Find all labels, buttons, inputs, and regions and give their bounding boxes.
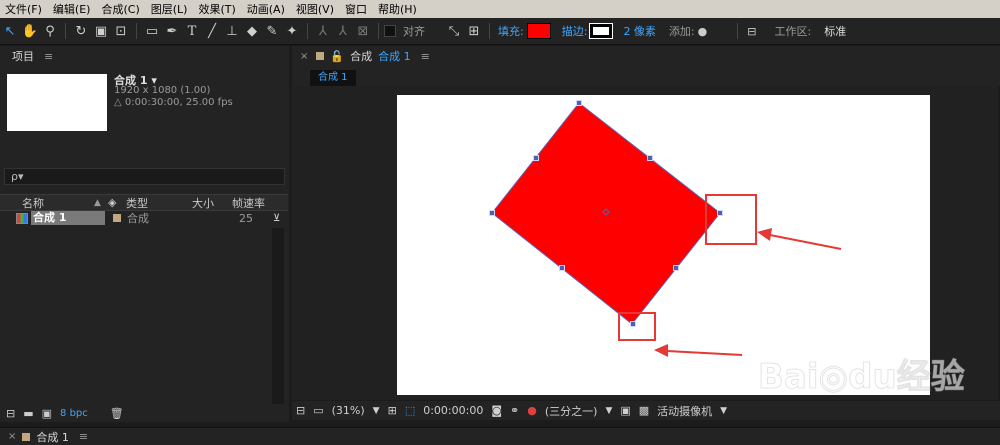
edge-handle-bottom-left[interactable] — [559, 265, 565, 271]
snapshot-icon[interactable]: ◙ — [491, 404, 502, 417]
show-snapshot-icon[interactable]: ⚭ — [510, 404, 519, 417]
transparency-grid-icon[interactable]: ▩ — [639, 404, 649, 417]
panel-menu-icon[interactable]: ≡ — [79, 430, 88, 443]
camera-value[interactable]: 活动摄像机 — [657, 403, 712, 419]
vertex-handle-left[interactable] — [489, 210, 495, 216]
close-icon[interactable]: × — [8, 431, 16, 442]
shape-overlay: Bai◎du经验 jingyan.baidu.com — [491, 102, 965, 417]
monitor-icon[interactable]: ▭ — [313, 404, 323, 417]
edge-handle-top-left[interactable] — [533, 155, 539, 161]
timeline-tab-name: 合成 1 — [36, 430, 69, 444]
viewer-toolbar: ⊟ ▭ (31%) ▼ ⊞ ⬚ 0:00:00:00 ◙ ⚭ ● (三分之一) … — [292, 401, 1000, 420]
red-rectangle-shape[interactable] — [491, 102, 721, 325]
timecode[interactable]: 0:00:00:00 — [423, 404, 483, 417]
always-preview-icon[interactable]: ⊟ — [296, 404, 305, 417]
color-channel-icon[interactable]: ● — [527, 404, 537, 417]
timeline-panel-tab[interactable]: × 合成 1 ≡ — [0, 427, 1000, 445]
edge-handle-bottom-right[interactable] — [673, 265, 679, 271]
zoom-value[interactable]: (31%) — [332, 404, 365, 417]
mask-visibility-icon[interactable]: ⬚ — [405, 404, 415, 417]
edge-handle-top-right[interactable] — [647, 155, 653, 161]
vertex-handle-right[interactable] — [717, 210, 723, 216]
annotation-arrow-right — [757, 228, 842, 250]
vertex-handle-bottom[interactable] — [630, 321, 636, 327]
camera-dropdown-icon[interactable]: ▼ — [720, 406, 727, 416]
region-of-interest-icon[interactable]: ▣ — [620, 404, 630, 417]
resolution-value[interactable]: (三分之一) — [545, 403, 598, 419]
safe-area-icon[interactable]: ⊞ — [388, 404, 397, 417]
resolution-dropdown-icon[interactable]: ▼ — [605, 406, 612, 416]
zoom-dropdown-icon[interactable]: ▼ — [373, 406, 380, 416]
annotation-arrow-bottom — [654, 344, 743, 357]
timeline-label-color — [22, 432, 31, 441]
vertex-handle-top[interactable] — [576, 100, 582, 106]
watermark-logo: Bai◎du经验 — [758, 357, 965, 397]
